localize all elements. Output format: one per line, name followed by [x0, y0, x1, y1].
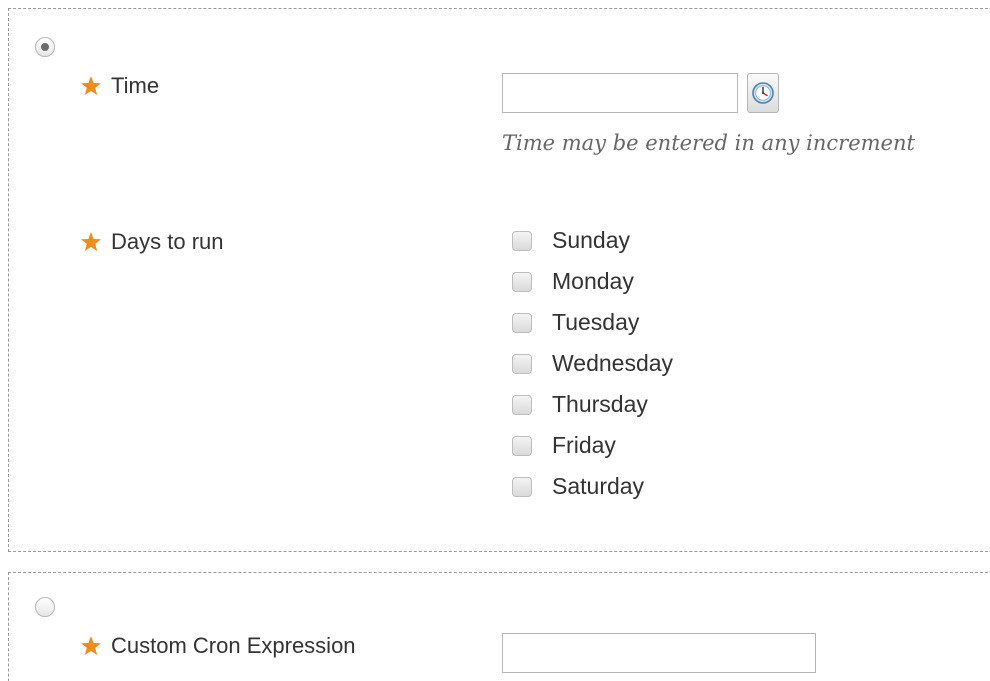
day-label: Monday [552, 268, 634, 294]
day-option-wednesday[interactable]: Wednesday [502, 343, 673, 384]
tuesday-checkbox[interactable] [512, 312, 532, 333]
day-label: Sunday [552, 227, 631, 253]
day-option-saturday[interactable]: Saturday [502, 466, 673, 507]
days-checkbox-list: Sunday Monday Tuesday Wednesday Thursday… [502, 220, 673, 507]
required-star-icon [81, 636, 101, 655]
cron-label: Custom Cron Expression [111, 633, 356, 658]
clock-icon [752, 82, 774, 104]
cron-schedule-radio[interactable] [35, 597, 55, 617]
saturday-checkbox[interactable] [512, 476, 532, 497]
thursday-checkbox[interactable] [512, 394, 532, 415]
days-label: Days to run [111, 229, 224, 254]
day-label: Wednesday [552, 350, 674, 376]
time-picker-button[interactable] [747, 73, 779, 113]
time-label: Time [111, 73, 160, 98]
weekly-schedule-radio[interactable] [35, 37, 55, 57]
sunday-checkbox[interactable] [512, 230, 532, 251]
time-input[interactable] [502, 73, 738, 113]
day-option-monday[interactable]: Monday [502, 261, 673, 302]
cron-schedule-section: Custom Cron Expression [8, 572, 990, 681]
day-label: Thursday [552, 391, 648, 417]
required-star-icon [81, 232, 101, 251]
schedule-form: Time Time may be entered in any incremen… [0, 0, 990, 681]
day-option-thursday[interactable]: Thursday [502, 384, 673, 425]
day-label: Tuesday [552, 309, 640, 335]
required-star-icon [81, 76, 101, 95]
days-label-row: Days to run [79, 229, 224, 255]
cron-label-row: Custom Cron Expression [79, 633, 356, 659]
day-option-friday[interactable]: Friday [502, 425, 673, 466]
day-label: Saturday [552, 473, 645, 499]
day-option-tuesday[interactable]: Tuesday [502, 302, 673, 343]
weekly-schedule-section: Time Time may be entered in any incremen… [8, 8, 990, 552]
monday-checkbox[interactable] [512, 271, 532, 292]
day-label: Friday [552, 432, 616, 458]
wednesday-checkbox[interactable] [512, 353, 532, 374]
cron-expression-input[interactable] [502, 633, 816, 673]
time-hint: Time may be entered in any increment [502, 131, 915, 155]
time-label-row: Time [79, 73, 159, 99]
friday-checkbox[interactable] [512, 435, 532, 456]
day-option-sunday[interactable]: Sunday [502, 220, 673, 261]
